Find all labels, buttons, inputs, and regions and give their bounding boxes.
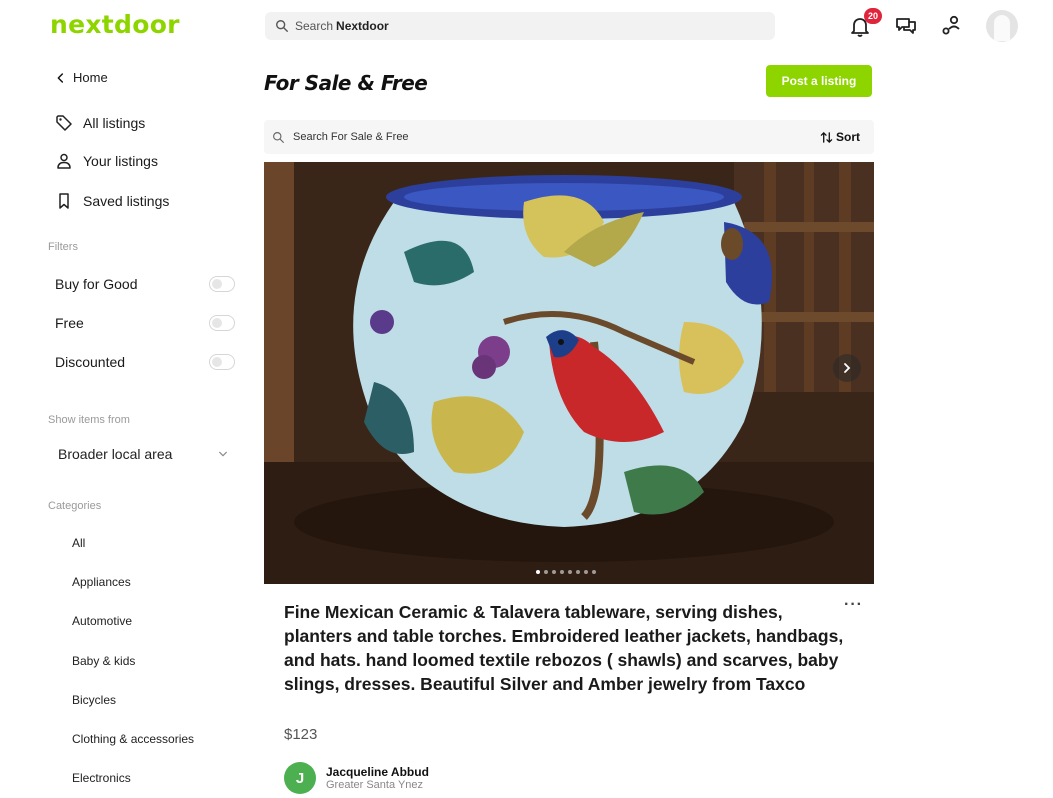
categories-heading: Categories [48,500,102,512]
sidebar-item-all-listings[interactable]: All listings [55,114,145,132]
photo-dot[interactable] [552,570,556,574]
buy-for-good-toggle[interactable] [209,276,235,292]
page-title: For Sale & Free [264,71,428,95]
category-clothing-accessories[interactable]: Clothing & accessories [72,732,194,746]
photo-dot[interactable] [584,570,588,574]
photo-dot[interactable] [592,570,596,574]
category-bicycles[interactable]: Bicycles [72,693,116,707]
chevron-left-icon [57,72,64,83]
filters-heading: Filters [48,241,78,253]
sidebar-item-label: Your listings [83,153,158,169]
show-items-heading: Show items from [48,414,130,426]
top-bar: nextdoor Search Nextdoor 20 [0,0,1053,52]
filter-discounted: Discounted [55,354,235,370]
listings-search-placeholder: Search For Sale & Free [293,131,409,143]
free-toggle[interactable] [209,315,235,331]
listing-title[interactable]: Fine Mexican Ceramic & Talavera tablewar… [284,600,844,696]
category-baby-kids[interactable]: Baby & kids [72,654,135,668]
more-options-button[interactable]: ··· [844,596,863,614]
user-avatar[interactable] [986,10,1018,42]
photo-dot[interactable] [576,570,580,574]
filter-buy-for-good: Buy for Good [55,276,235,292]
chevron-right-icon [844,363,851,373]
post-listing-button[interactable]: Post a listing [766,65,872,97]
next-photo-button[interactable] [833,354,861,382]
category-all[interactable]: All [72,536,85,550]
sort-arrows-icon [820,131,833,143]
search-icon [276,20,288,32]
photo-dot[interactable] [560,570,564,574]
seller-name[interactable]: Jacqueline Abbud [326,765,429,779]
filter-free: Free [55,315,235,331]
category-automotive[interactable]: Automotive [72,614,132,628]
photo-dot[interactable] [544,570,548,574]
listing-photo[interactable] [264,162,874,584]
global-search-placeholder-brand: Nextdoor [336,19,389,33]
person-icon [57,153,71,169]
filter-label: Free [55,315,84,331]
listing-price: $123 [284,726,318,743]
seller-neighborhood: Greater Santa Ynez [326,779,424,791]
area-dropdown[interactable]: Broader local area [58,446,228,462]
sidebar-item-label: Saved listings [83,193,170,209]
sidebar-home-link[interactable]: Home [55,70,108,85]
sort-button[interactable]: Sort [820,130,860,144]
notification-count-badge: 20 [864,8,882,24]
sidebar-item-saved-listings[interactable]: Saved listings [55,192,169,210]
filter-label: Buy for Good [55,276,138,292]
search-icon [273,131,284,143]
seller-info[interactable]: J Jacqueline Abbud Greater Santa Ynez [284,762,429,794]
neighbors-button[interactable] [940,14,964,38]
talavera-pot-image [264,162,874,584]
sidebar-item-your-listings[interactable]: Your listings [55,152,158,170]
chat-bubbles-icon [896,18,916,34]
nextdoor-logo[interactable]: nextdoor [50,10,180,39]
photo-dot[interactable] [536,570,540,574]
sort-label: Sort [836,130,860,144]
photo-dot[interactable] [568,570,572,574]
bookmark-icon [59,193,69,209]
sidebar-item-label: All listings [83,115,146,131]
global-search-input[interactable]: Search Nextdoor [265,12,775,40]
listings-search-input[interactable]: Search For Sale & Free Sort [264,120,874,154]
discounted-toggle[interactable] [209,354,235,370]
sidebar: Home All listings Your listings Saved li… [0,52,250,798]
tag-icon [56,115,72,131]
global-search-placeholder: Search [295,19,334,33]
seller-avatar[interactable]: J [284,762,316,794]
listing-card[interactable]: Fine Mexican Ceramic & Talavera tablewar… [264,592,874,798]
notifications-button[interactable]: 20 [848,8,882,38]
sidebar-home-label: Home [73,70,108,85]
chevron-down-icon [219,451,227,457]
area-dropdown-value: Broader local area [58,446,173,462]
people-icon [942,15,960,35]
category-appliances[interactable]: Appliances [72,575,131,589]
filter-label: Discounted [55,354,126,370]
category-electronics[interactable]: Electronics [72,771,131,785]
photo-pagination-dots [536,570,600,574]
messages-button[interactable] [894,14,918,38]
